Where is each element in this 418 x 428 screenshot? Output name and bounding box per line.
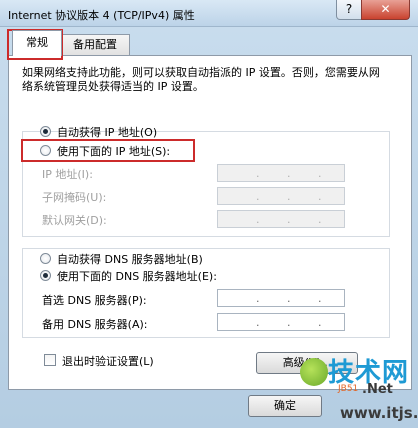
validate-on-exit-label: 退出时验证设置(L) [62,355,154,368]
default-gateway-input[interactable]: . . . [217,210,345,228]
site-watermark: 技术网 JB51 .Net www.itjs.cn [300,352,418,428]
alternate-dns-input[interactable]: . . . [217,313,345,331]
auto-dns-label: 自动获得 DNS 服务器地址(B) [57,253,203,266]
title-bar: Internet 协议版本 4 (TCP/IPv4) 属性 ? ✕ [0,0,418,27]
dialog-window: Internet 协议版本 4 (TCP/IPv4) 属性 ? ✕ 常规 备用配… [0,0,418,428]
watermark-jb-text: JB51 [338,384,359,394]
tab-alternate-config[interactable]: 备用配置 [60,34,130,55]
subnet-mask-input[interactable]: . . . [217,187,345,205]
auto-ip-label: 自动获得 IP 地址(O) [57,126,158,139]
validate-on-exit-checkbox[interactable] [44,354,56,366]
preferred-dns-label: 首选 DNS 服务器(P): [42,294,147,307]
default-gateway-label: 默认网关(D): [42,214,107,227]
manual-ip-radio[interactable] [40,145,51,156]
watermark-logo-icon [300,358,328,386]
manual-dns-radio[interactable] [40,270,51,281]
auto-ip-radio[interactable] [40,126,51,137]
manual-ip-label: 使用下面的 IP 地址(S): [57,145,171,158]
alternate-dns-label: 备用 DNS 服务器(A): [42,318,148,331]
ip-address-input[interactable]: . . . [217,164,345,182]
manual-dns-label: 使用下面的 DNS 服务器地址(E): [57,270,217,283]
ip-address-label: IP 地址(I): [42,168,93,181]
watermark-url-text: www.itjs.cn [340,404,418,422]
close-icon: ✕ [380,2,391,16]
window-title: Internet 协议版本 4 (TCP/IPv4) 属性 [8,9,195,22]
help-button[interactable]: ? [336,0,362,20]
subnet-mask-label: 子网掩码(U): [42,191,107,204]
watermark-net-text: .Net [362,382,393,397]
tab-general[interactable]: 常规 [12,30,62,56]
description-text: 如果网络支持此功能，则可以获取自动指派的 IP 设置。否则，您需要从网络系统管理… [22,66,380,93]
close-button[interactable]: ✕ [361,0,410,20]
help-icon: ? [345,2,353,16]
preferred-dns-input[interactable]: . . . [217,289,345,307]
auto-dns-radio[interactable] [40,253,51,264]
